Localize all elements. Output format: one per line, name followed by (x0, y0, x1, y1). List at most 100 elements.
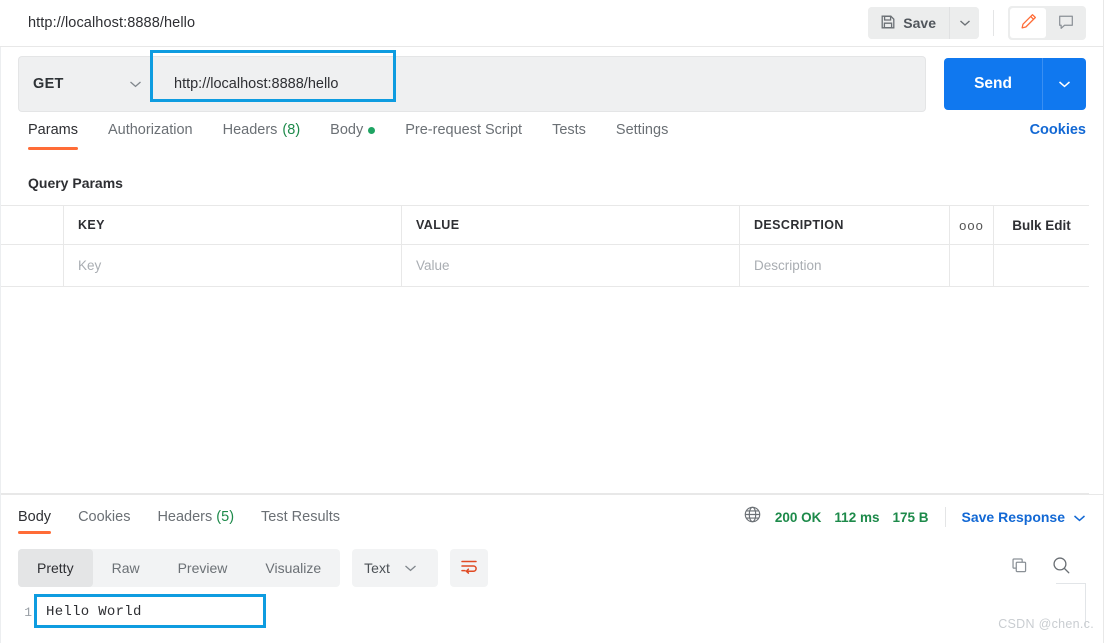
send-options-caret[interactable] (1042, 57, 1086, 110)
status-code: 200 OK (774, 509, 822, 525)
view-mode-pretty[interactable]: Pretty (18, 549, 93, 587)
save-options-caret[interactable] (949, 7, 979, 39)
save-response-button[interactable]: Save Response (962, 509, 1087, 525)
row-checkbox-cell[interactable] (0, 245, 64, 286)
watermark: CSDN @chen.c. (998, 617, 1094, 631)
comment-button[interactable] (1048, 8, 1084, 38)
response-format-label: Text (364, 560, 390, 576)
request-tabs: Params Authorization Headers (8) Body Pr… (0, 122, 1104, 164)
pencil-icon (1019, 12, 1038, 34)
tab-tests-label: Tests (552, 122, 586, 138)
word-wrap-icon (459, 557, 479, 580)
response-time: 112 ms (834, 509, 880, 525)
chevron-down-icon (959, 14, 971, 32)
search-button[interactable] (1051, 555, 1072, 581)
query-params-title: Query Params (28, 175, 123, 191)
param-key-input[interactable]: Key (64, 245, 402, 286)
bulk-edit-button[interactable]: Bulk Edit (994, 206, 1089, 244)
tab-headers-count: (8) (282, 122, 301, 138)
globe-icon (743, 505, 762, 529)
header-checkbox-cell (0, 206, 64, 244)
save-button[interactable]: Save (868, 7, 949, 39)
response-tab-test-results[interactable]: Test Results (261, 498, 340, 536)
response-body-toolbar: Pretty Raw Preview Visualize Text (0, 545, 1104, 591)
line-number: 1 (24, 604, 32, 620)
copy-icon (1010, 558, 1029, 579)
comment-icon (1057, 13, 1075, 34)
tab-headers[interactable]: Headers (8) (223, 122, 301, 150)
column-header-description: DESCRIPTION (740, 206, 950, 244)
edit-button[interactable] (1010, 8, 1046, 38)
save-response-label: Save Response (961, 509, 1066, 525)
param-description-input[interactable]: Description (740, 245, 950, 286)
row-spacer-2 (994, 245, 1089, 286)
tab-authorization-label: Authorization (107, 122, 193, 138)
view-mode-segmented-control: Pretty Raw Preview Visualize (18, 549, 341, 587)
response-format-select[interactable]: Text (352, 549, 439, 587)
body-modified-dot-icon (368, 126, 376, 134)
param-value-placeholder: Value (416, 258, 450, 273)
tab-headers-label: Headers (222, 122, 278, 138)
http-method-label: GET (33, 75, 64, 92)
toolbar-divider (993, 10, 994, 36)
response-tab-body[interactable]: Body (18, 498, 52, 536)
tab-params-label: Params (28, 122, 78, 138)
send-button[interactable]: Send (944, 57, 1042, 110)
response-actions (1010, 555, 1086, 581)
response-status-group: 200 OK 112 ms 175 B Save Response (743, 505, 1086, 529)
response-tab-cookies[interactable]: Cookies (78, 498, 130, 536)
postman-window: http://localhost:8888/hello Save GET htt… (0, 0, 1104, 643)
response-tab-headers[interactable]: Headers (5) (157, 498, 234, 536)
tab-body-label: Body (330, 122, 364, 138)
chevron-down-icon (1073, 509, 1086, 525)
param-key-placeholder: Key (78, 258, 102, 273)
chevron-down-icon (129, 75, 142, 93)
row-spacer-1 (950, 245, 994, 286)
watermark-line-horizontal (1056, 583, 1086, 584)
view-mode-preview[interactable]: Preview (159, 549, 247, 587)
bulk-edit-label: Bulk Edit (1012, 217, 1071, 233)
tab-body[interactable]: Body (330, 122, 376, 150)
top-bar: http://localhost:8888/hello Save (0, 0, 1104, 47)
tab-settings[interactable]: Settings (616, 122, 668, 150)
status-divider (944, 507, 946, 527)
tab-authorization[interactable]: Authorization (108, 122, 193, 150)
query-params-table: KEY VALUE DESCRIPTION ooo Bulk Edit Key … (0, 205, 1089, 287)
floppy-disk-icon (880, 14, 896, 33)
request-title: http://localhost:8888/hello (28, 15, 196, 31)
table-options-button[interactable]: ooo (950, 206, 994, 244)
response-size: 175 B (892, 509, 929, 525)
response-bar: Body Cookies Headers (5) Test Results 20… (0, 494, 1104, 539)
view-toggle-group (1008, 6, 1086, 40)
cookies-link[interactable]: Cookies (1030, 122, 1086, 150)
copy-button[interactable] (1010, 556, 1029, 580)
url-input-wrapper (150, 49, 927, 112)
tab-params[interactable]: Params (28, 122, 78, 150)
tab-tests[interactable]: Tests (552, 122, 586, 150)
table-header-row: KEY VALUE DESCRIPTION ooo Bulk Edit (0, 206, 1089, 245)
response-body-view[interactable]: 1 Hello World (0, 591, 1104, 643)
response-tab-headers-count: (5) (216, 509, 235, 525)
view-mode-visualize[interactable]: Visualize (246, 549, 340, 587)
table-row: Key Value Description (0, 245, 1089, 287)
response-tab-headers-label: Headers (157, 509, 213, 525)
url-row: GET Send (0, 47, 1104, 120)
send-button-group: Send (944, 57, 1086, 110)
url-input[interactable] (156, 55, 927, 112)
save-button-group: Save (868, 7, 979, 39)
code-line: 1 Hello World (0, 597, 1104, 627)
save-button-label: Save (903, 15, 936, 31)
top-bar-actions: Save (868, 0, 1104, 46)
chevron-down-icon (1058, 75, 1071, 93)
tab-settings-label: Settings (615, 122, 669, 138)
http-method-select[interactable]: GET (18, 55, 156, 112)
word-wrap-button[interactable] (450, 549, 489, 587)
tab-pre-request-script[interactable]: Pre-request Script (405, 122, 522, 150)
param-value-input[interactable]: Value (402, 245, 740, 286)
tab-pre-request-script-label: Pre-request Script (405, 122, 523, 138)
chevron-down-icon (404, 559, 417, 577)
column-header-value: VALUE (402, 206, 740, 244)
column-header-key: KEY (64, 206, 402, 244)
request-body-empty-area (0, 287, 1089, 494)
view-mode-raw[interactable]: Raw (93, 549, 159, 587)
